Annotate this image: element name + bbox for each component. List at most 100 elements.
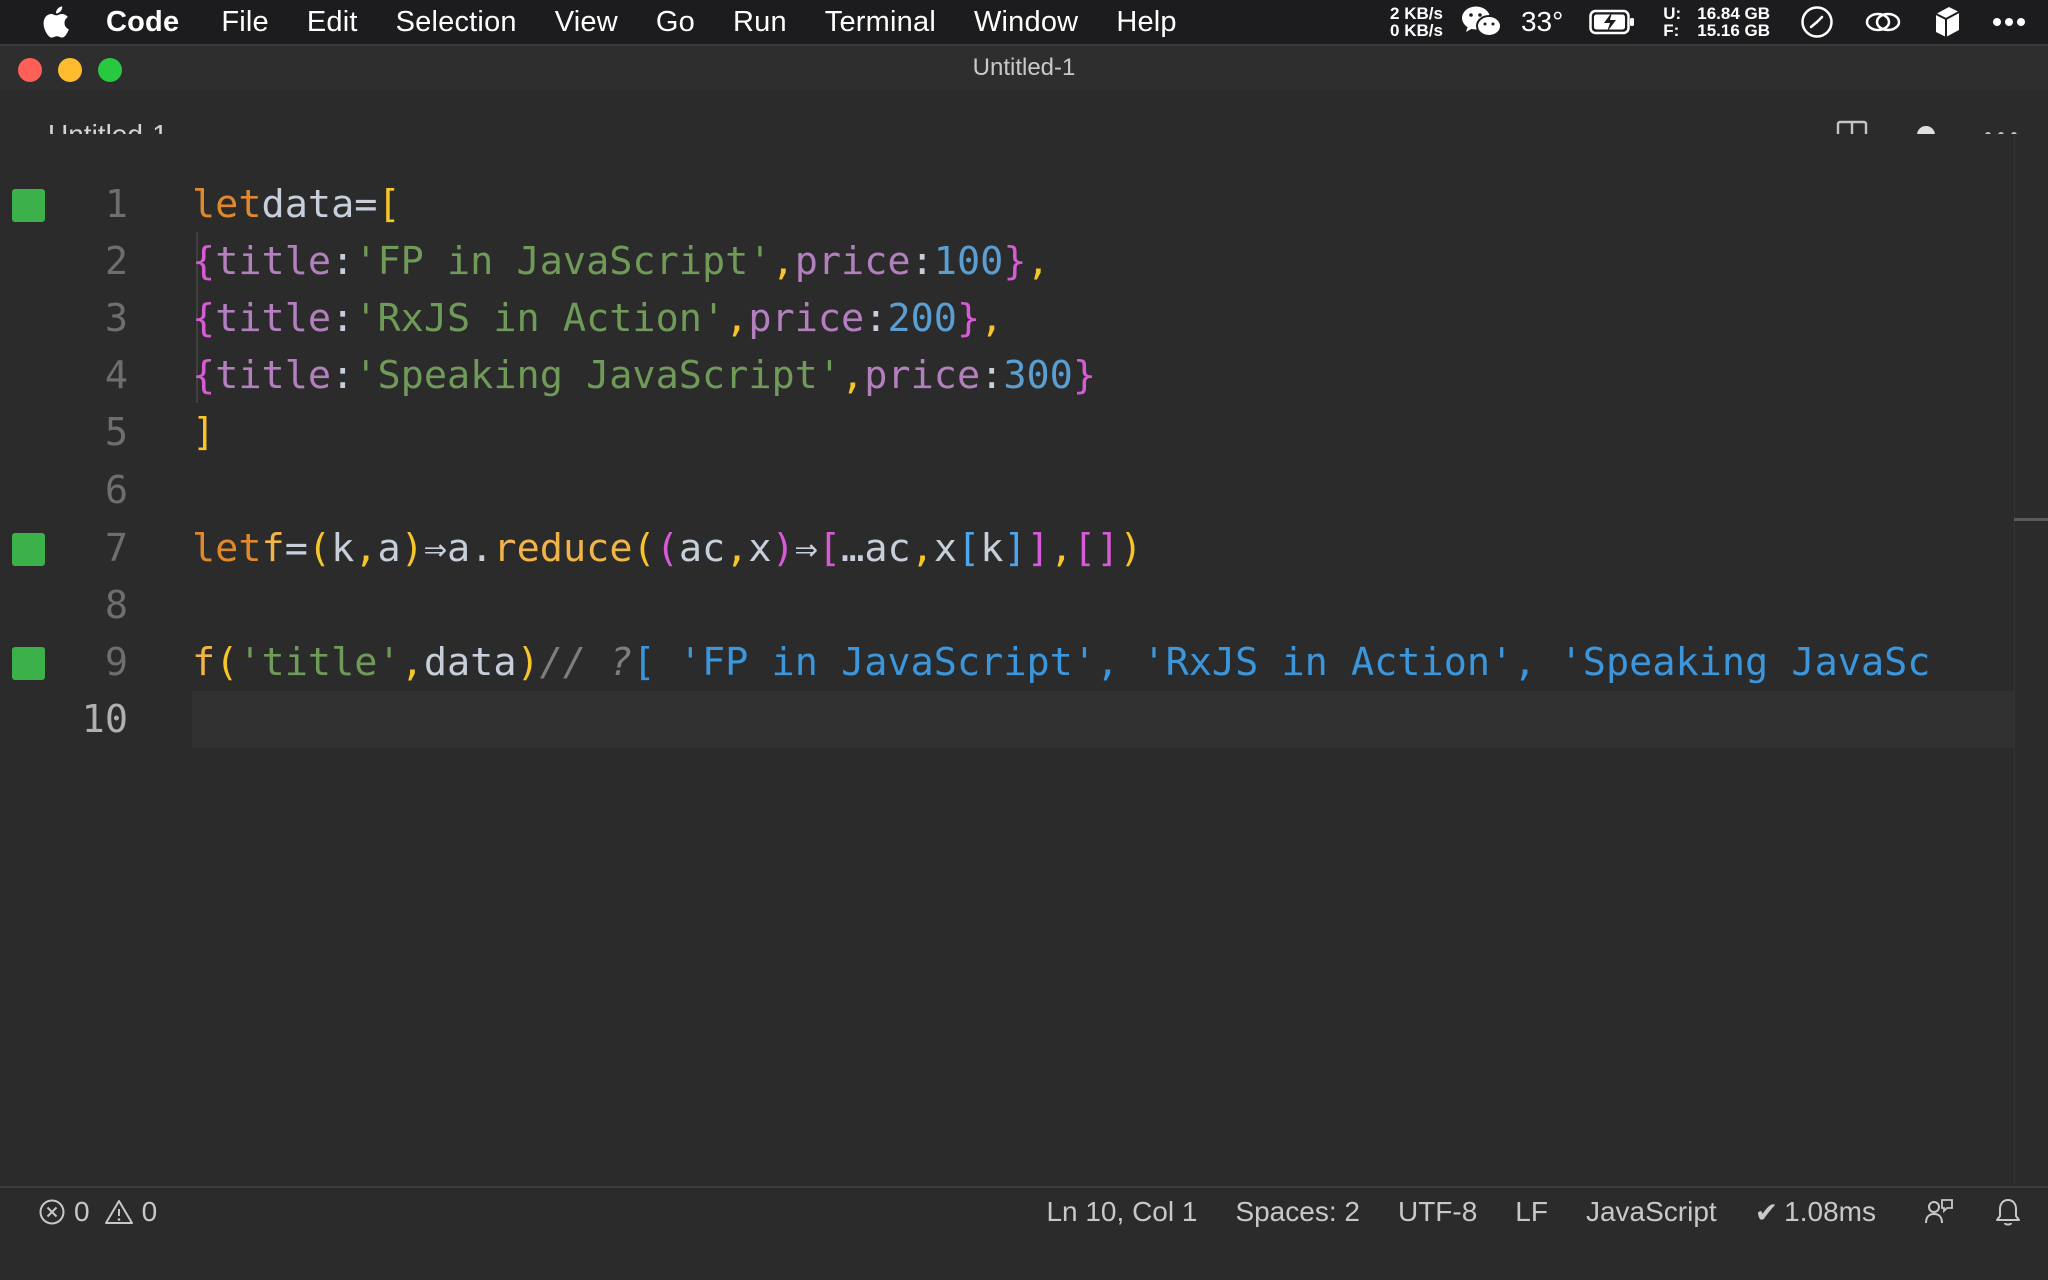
line-number: 3 bbox=[104, 296, 128, 341]
code-line[interactable]: 4 { title: 'Speaking JavaScript', price:… bbox=[0, 347, 2048, 404]
disk-used-label: U: bbox=[1663, 4, 1682, 23]
eol-setting[interactable]: LF bbox=[1515, 1196, 1548, 1228]
disk-free-value: 15.16 GB bbox=[1697, 21, 1770, 40]
menu-bar: Code File Edit Selection View Go Run Ter… bbox=[0, 0, 2048, 44]
line-content: { title: 'Speaking JavaScript', price: 3… bbox=[192, 353, 1097, 398]
token-number: 200 bbox=[887, 296, 957, 341]
token-keyword: let bbox=[192, 526, 262, 571]
language-mode[interactable]: JavaScript bbox=[1586, 1196, 1717, 1228]
network-speed[interactable]: 2 KB/s 0 KB/s bbox=[1390, 5, 1443, 39]
network-download: 0 KB/s bbox=[1390, 21, 1443, 40]
line-number: 9 bbox=[104, 640, 128, 685]
line-number: 1 bbox=[104, 182, 128, 227]
warning-count: 0 bbox=[141, 1196, 158, 1227]
code-line[interactable]: 8 bbox=[0, 577, 2048, 634]
notifications-bell-icon[interactable] bbox=[1994, 1197, 2022, 1227]
token-property: price bbox=[794, 239, 911, 284]
menu-app-code[interactable]: Code bbox=[106, 6, 179, 39]
line-number: 6 bbox=[104, 468, 128, 513]
token-function: f bbox=[261, 526, 285, 571]
menu-edit[interactable]: Edit bbox=[307, 6, 358, 39]
maximize-window-button[interactable] bbox=[98, 58, 122, 82]
line-content: ] bbox=[192, 410, 216, 455]
token-identifier: x bbox=[933, 526, 958, 571]
line-content bbox=[192, 462, 2014, 519]
apple-icon[interactable] bbox=[40, 5, 80, 39]
menu-go[interactable]: Go bbox=[656, 6, 695, 39]
timing-value: 1.08ms bbox=[1784, 1196, 1876, 1227]
close-window-button[interactable] bbox=[18, 58, 42, 82]
feedback-icon[interactable] bbox=[1924, 1197, 1954, 1227]
line-number: 5 bbox=[104, 410, 128, 455]
cursor-position[interactable]: Ln 10, Col 1 bbox=[1046, 1196, 1197, 1228]
token-property: title bbox=[215, 239, 332, 284]
clock-icon[interactable] bbox=[1800, 5, 1834, 39]
menu-run[interactable]: Run bbox=[733, 6, 787, 39]
token-method: reduce bbox=[493, 526, 633, 571]
token-keyword: let bbox=[192, 182, 262, 227]
token-identifier: k bbox=[980, 526, 1004, 571]
menu-selection[interactable]: Selection bbox=[396, 6, 517, 39]
temperature-readout[interactable]: 33° bbox=[1521, 6, 1563, 38]
code-line[interactable]: 6 bbox=[0, 462, 2048, 519]
coverage-marker bbox=[12, 189, 45, 222]
token-property: price bbox=[748, 296, 865, 341]
token-property: title bbox=[215, 353, 332, 398]
wechat-icon[interactable] bbox=[1461, 5, 1503, 39]
token-string: 'Speaking JavaScript' bbox=[354, 353, 842, 398]
disk-usage[interactable]: U: F: 16.84 GB 15.16 GB bbox=[1663, 5, 1770, 39]
window-titlebar[interactable]: Untitled-1 bbox=[0, 46, 2048, 90]
code-line[interactable]: 5 ] bbox=[0, 404, 2048, 461]
line-number: 4 bbox=[104, 353, 128, 398]
menu-view[interactable]: View bbox=[555, 6, 618, 39]
problems-indicator[interactable]: 0 0 bbox=[38, 1196, 157, 1228]
code-line[interactable]: 3 { title: 'RxJS in Action', price: 200 … bbox=[0, 290, 2048, 347]
status-bar: 0 0 Ln 10, Col 1 Spaces: 2 UTF-8 LF Java… bbox=[0, 1186, 2048, 1236]
code-line[interactable]: 7 let f = (k, a) ⇒ a. reduce((ac, x) ⇒ […… bbox=[0, 520, 2048, 577]
window-title: Untitled-1 bbox=[972, 54, 1076, 81]
code-line[interactable]: 2 { title: 'FP in JavaScript', price: 10… bbox=[0, 233, 2048, 290]
token-comment: // ? bbox=[539, 640, 633, 685]
token-identifier: a bbox=[447, 526, 471, 571]
code-line[interactable]: 1 let data = [ bbox=[0, 176, 2048, 233]
box-icon[interactable] bbox=[1932, 5, 1962, 39]
minimize-window-button[interactable] bbox=[58, 58, 82, 82]
warning-icon bbox=[104, 1198, 134, 1226]
token-identifier: ac bbox=[864, 526, 911, 571]
indentation-setting[interactable]: Spaces: 2 bbox=[1235, 1196, 1360, 1228]
menu-terminal[interactable]: Terminal bbox=[825, 6, 936, 39]
link-icon[interactable] bbox=[1864, 7, 1902, 37]
window-controls bbox=[18, 58, 138, 82]
quokka-timing[interactable]: ✔ 1.08ms bbox=[1755, 1196, 1876, 1229]
line-content: { title: 'FP in JavaScript', price: 100 … bbox=[192, 239, 1050, 284]
token-identifier: data bbox=[261, 182, 355, 227]
error-count: 0 bbox=[74, 1196, 90, 1227]
line-content bbox=[192, 577, 2014, 634]
menu-help[interactable]: Help bbox=[1116, 6, 1176, 39]
line-number: 8 bbox=[104, 583, 128, 628]
token-number: 100 bbox=[933, 239, 1004, 284]
token-param: x bbox=[748, 526, 772, 571]
menu-window[interactable]: Window bbox=[974, 6, 1078, 39]
line-content bbox=[192, 691, 2014, 748]
code-line[interactable]: 9 f('title', data) // ? [ 'FP in JavaScr… bbox=[0, 634, 2048, 691]
line-number: 10 bbox=[81, 697, 128, 742]
token-param: a bbox=[377, 526, 401, 571]
battery-charging-icon[interactable] bbox=[1589, 9, 1635, 35]
token-property: price bbox=[864, 353, 981, 398]
disk-free-label: F: bbox=[1663, 21, 1680, 40]
encoding-setting[interactable]: UTF-8 bbox=[1398, 1196, 1477, 1228]
menu-bar-status-area: 2 KB/s 0 KB/s 33° U: F: 16.84 GB 15.16 G… bbox=[1390, 0, 2048, 44]
line-content: let data = [ bbox=[192, 182, 401, 227]
token-function: f bbox=[192, 640, 216, 685]
code-line-current[interactable]: 10 bbox=[0, 691, 2048, 748]
token-string: 'RxJS in Action' bbox=[354, 296, 726, 341]
disk-used-value: 16.84 GB bbox=[1697, 4, 1770, 23]
code-editor[interactable]: 1 let data = [ 2 { title: 'FP in JavaScr… bbox=[0, 134, 2048, 1186]
line-number: 2 bbox=[104, 239, 128, 284]
token-number: 300 bbox=[1003, 353, 1073, 398]
network-upload: 2 KB/s bbox=[1390, 4, 1443, 23]
more-options-icon[interactable] bbox=[1992, 17, 2026, 27]
token-string: 'FP in JavaScript' bbox=[354, 239, 772, 284]
menu-file[interactable]: File bbox=[221, 6, 269, 39]
